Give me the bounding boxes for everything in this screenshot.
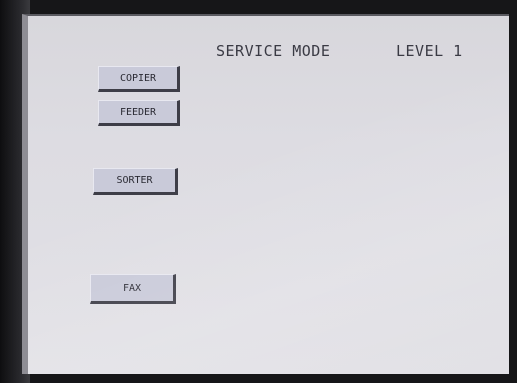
feeder-button[interactable]: FEEDER bbox=[98, 100, 180, 126]
sorter-button[interactable]: SORTER bbox=[93, 168, 178, 195]
fax-button[interactable]: FAX bbox=[90, 274, 176, 304]
touch-screen: SERVICE MODE LEVEL 1 COPIER FEEDER SORTE… bbox=[22, 14, 509, 374]
level-indicator: LEVEL 1 bbox=[396, 42, 463, 60]
screen-title: SERVICE MODE bbox=[216, 42, 331, 60]
copier-button[interactable]: COPIER bbox=[98, 66, 180, 92]
